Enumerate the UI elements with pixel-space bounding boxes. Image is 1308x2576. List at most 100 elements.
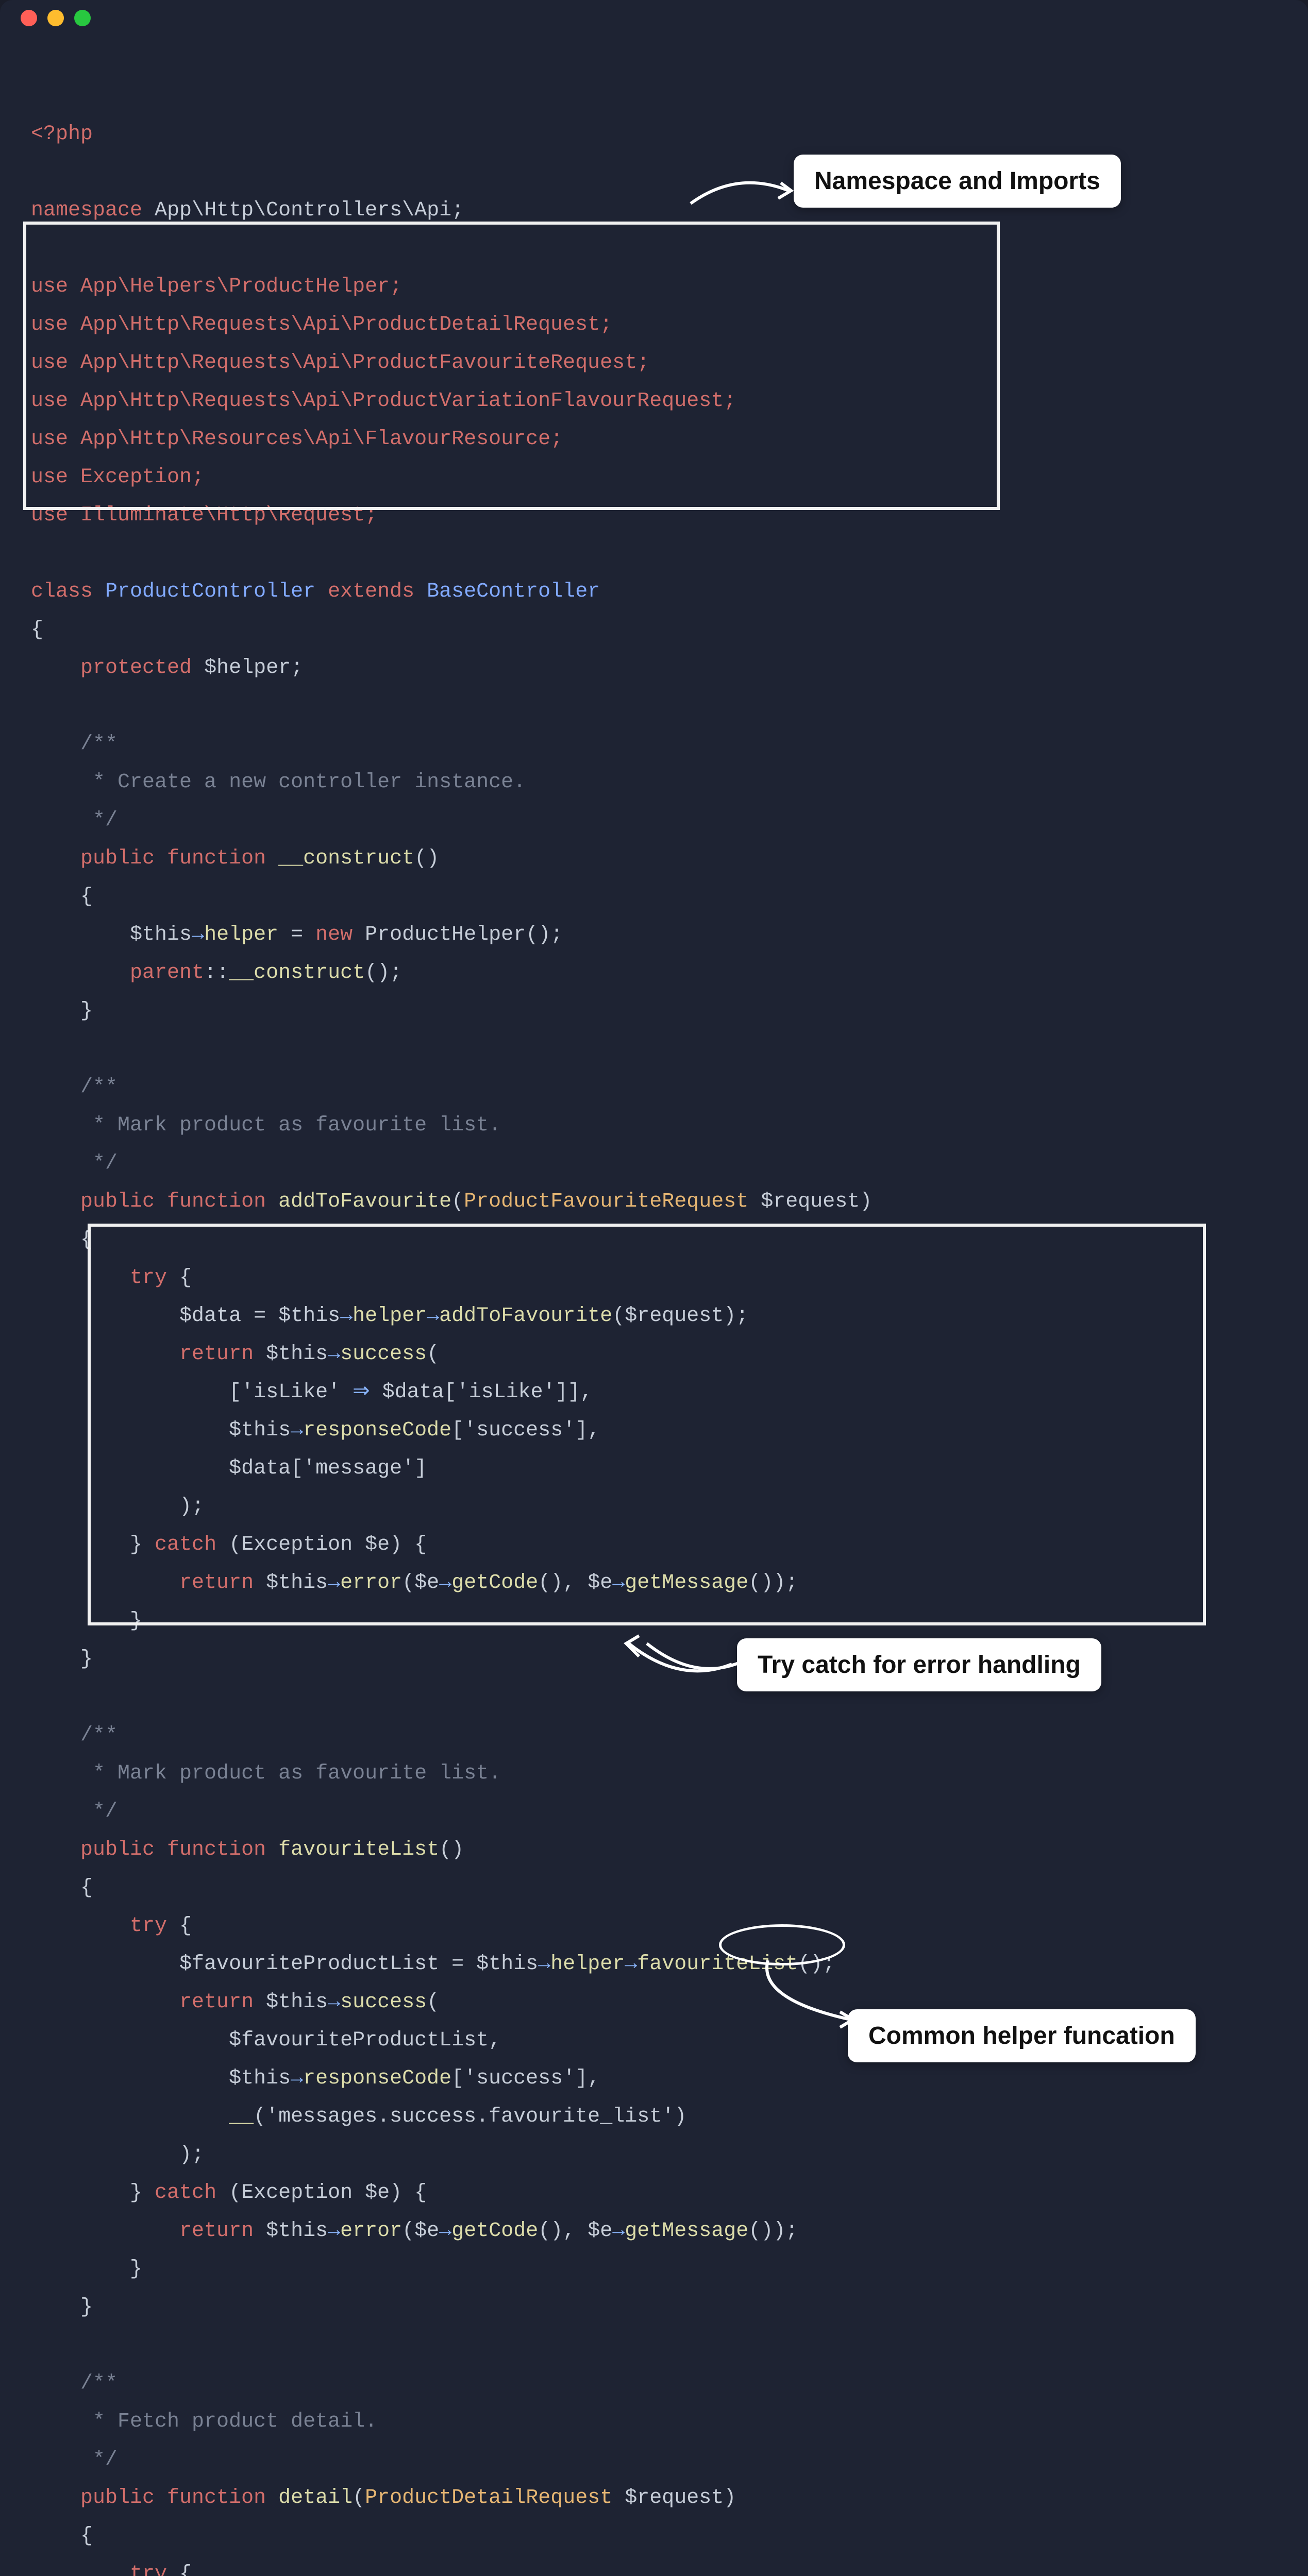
m2-b6: ); [179, 2143, 204, 2166]
prop-visibility: protected [80, 656, 204, 680]
paren: ( [353, 2486, 365, 2510]
extends-keyword: extends [328, 580, 427, 603]
comment-2b: * Mark product as favourite list. [80, 1114, 501, 1137]
comment-1b: * Create a new controller instance. [80, 771, 526, 794]
callout-helper-function: Common helper funcation [848, 2009, 1196, 2062]
ctor-name: __construct [278, 847, 414, 870]
brace: { [31, 618, 43, 641]
m1-b4b: responseCode [303, 1419, 451, 1442]
comment-4b: * Fetch product detail. [80, 2410, 377, 2433]
comment-3b: * Mark product as favourite list. [80, 1762, 501, 1785]
m1-ptype: ProductFavouriteRequest [464, 1190, 761, 1213]
arrow-icon: → [328, 1991, 340, 2014]
brace: } [80, 1648, 93, 1671]
comment-4c: */ [80, 2448, 118, 2471]
ctor-l1e: ProductHelper(); [365, 923, 563, 946]
return-kw: return [179, 1991, 266, 2014]
cb-f: getMessage [625, 2219, 748, 2243]
ctor-l1a: $this [130, 923, 192, 946]
kw-public: public [80, 1838, 167, 1861]
base-class: BaseController [427, 580, 600, 603]
brace: { [80, 2524, 93, 2548]
m1-b4a: $this [229, 1419, 291, 1442]
m1-b2c: ( [427, 1343, 439, 1366]
ctor-l1c: = [291, 923, 315, 946]
m2-b1b: helper [550, 1953, 625, 1976]
m2-b2a: $this [266, 1991, 328, 2014]
cb-d: getCode [451, 2219, 538, 2243]
comment-2a: /** [80, 1076, 118, 1099]
comment-4a: /** [80, 2372, 118, 2395]
cb-e: (), $e [538, 2219, 612, 2243]
return-kw: return [179, 1571, 266, 1595]
m1-b3c: $data['isLike']], [370, 1381, 593, 1404]
traffic-light-zoom-icon[interactable] [74, 10, 91, 26]
return-kw: return [179, 1343, 266, 1366]
m1-b1d: ($request); [612, 1304, 748, 1328]
m2-b1c: favouriteList [637, 1953, 798, 1976]
kw-function: function [167, 2486, 278, 2510]
cb-a: $this [266, 2219, 328, 2243]
arrow-icon: → [291, 2067, 303, 2090]
arrow-icon: → [291, 1419, 303, 1442]
kw-function: function [167, 847, 278, 870]
comment-3a: /** [80, 1724, 118, 1747]
m2-b1a: $favouriteProductList = $this [179, 1953, 538, 1976]
cb-g: ()); [748, 1571, 798, 1595]
try-kw: try [130, 1914, 179, 1938]
use-4: use App\Http\Requests\Api\ProductVariati… [31, 389, 736, 413]
cb-d: getCode [451, 1571, 538, 1595]
use-5: use App\Http\Resources\Api\FlavourResour… [31, 428, 563, 451]
ctor-l2a: parent [130, 961, 204, 985]
arrow-icon: → [340, 1304, 353, 1328]
paren: ( [451, 1190, 464, 1213]
cb-f: getMessage [625, 1571, 748, 1595]
comment-1a: /** [80, 733, 118, 756]
use-2: use App\Http\Requests\Api\ProductDetailR… [31, 313, 612, 336]
m2-b4b: responseCode [303, 2067, 451, 2090]
m1-name: addToFavourite [278, 1190, 451, 1213]
catch-param: (Exception $e) { [229, 1533, 427, 1556]
cb-c: ($e [402, 2219, 439, 2243]
comment-3c: */ [80, 1800, 118, 1823]
m1-pvar: $request [761, 1190, 860, 1213]
m1-b1c: addToFavourite [439, 1304, 612, 1328]
m2-b4c: ['success'], [451, 2067, 600, 2090]
m1-b2a: $this [266, 1343, 328, 1366]
brace: { [179, 1266, 192, 1290]
try-kw: try [130, 1266, 179, 1290]
use-7: use Illuminate\Http\Request; [31, 504, 377, 527]
m3-name: detail [278, 2486, 353, 2510]
m1-b4c: ['success'], [451, 1419, 600, 1442]
comment-2c: */ [80, 1152, 118, 1175]
class-keyword: class [31, 580, 105, 603]
paren: () [439, 1838, 464, 1861]
ctor-l1d: new [315, 923, 365, 946]
php-open-tag: <?php [31, 123, 93, 146]
catch-param: (Exception $e) { [229, 2181, 427, 2205]
m2-b5a: __ [229, 2105, 254, 2128]
m1-b5: $data['message'] [229, 1457, 427, 1480]
class-name: ProductController [105, 580, 328, 603]
m1-b6: ); [179, 1495, 204, 1518]
ctor-l2c: __construct [229, 961, 365, 985]
cb-e: (), $e [538, 1571, 612, 1595]
traffic-light-close-icon[interactable] [21, 10, 37, 26]
brace: } [80, 2296, 93, 2319]
traffic-light-minimize-icon[interactable] [47, 10, 64, 26]
m1-b1a: $data = $this [179, 1304, 340, 1328]
comment-1c: */ [80, 809, 118, 832]
m1-b1b: helper [353, 1304, 427, 1328]
ctor-l2d: (); [365, 961, 402, 985]
arrow-icon: → [192, 923, 204, 946]
arrow-icon: → [439, 1571, 451, 1595]
arrow-icon: → [612, 1571, 625, 1595]
return-kw: return [179, 2219, 266, 2243]
m2-b2c: ( [427, 1991, 439, 2014]
m2-b5b: ('messages.success.favourite_list') [254, 2105, 686, 2128]
arrow-icon: → [625, 1953, 637, 1976]
arrow-icon: → [328, 1343, 340, 1366]
cb-g: ()); [748, 2219, 798, 2243]
paren: ) [860, 1190, 872, 1213]
namespace-value: App\Http\Controllers\Api; [155, 199, 464, 222]
